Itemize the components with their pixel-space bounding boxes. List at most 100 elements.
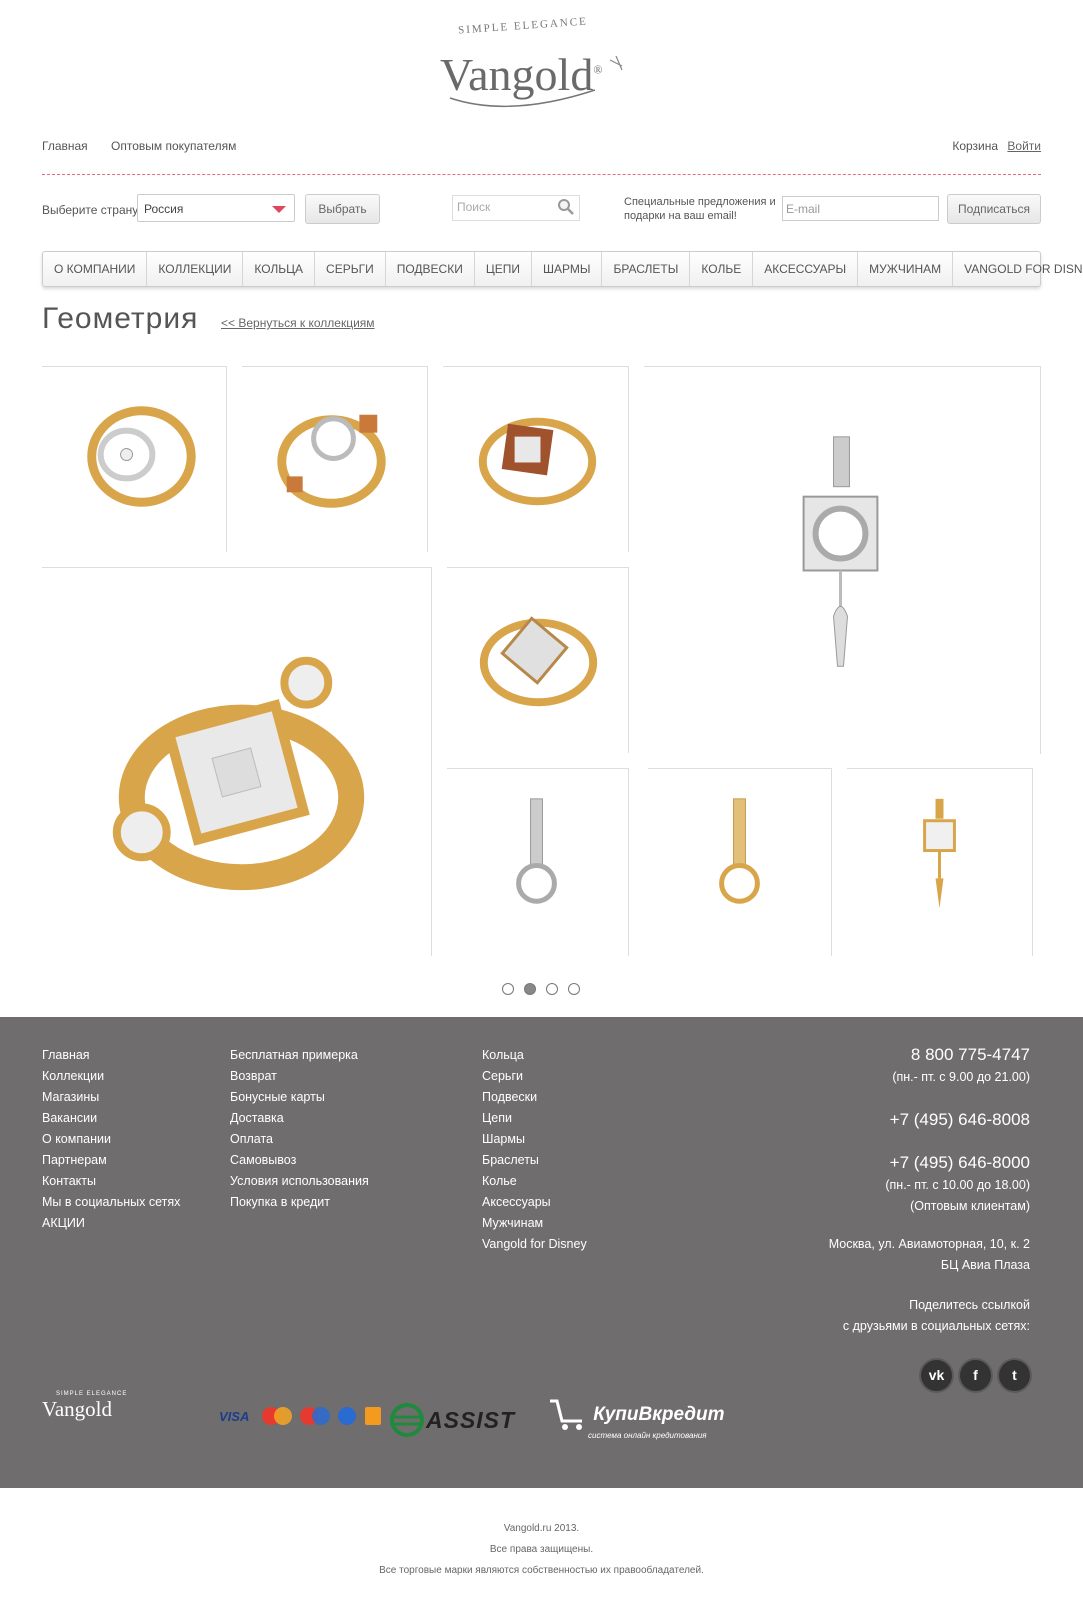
card-logos-icon <box>262 1407 382 1425</box>
chevron-down-icon <box>272 206 286 213</box>
footer-link[interactable]: Возврат <box>230 1066 369 1087</box>
cart-icon <box>550 1399 582 1430</box>
footer-link[interactable]: Мы в социальных сетях <box>42 1192 180 1213</box>
copyright-line-3: Все торговые марки являются собственност… <box>379 1565 704 1576</box>
footer-link[interactable]: Партнерам <box>42 1150 180 1171</box>
menu-item[interactable]: VANGOLD FOR DISNEY <box>953 252 1083 286</box>
product-ring-1[interactable] <box>42 366 227 552</box>
nav-home-link[interactable]: Главная <box>42 139 88 153</box>
menu-item[interactable]: КОЛЬЕ <box>690 252 754 286</box>
choose-country-button[interactable]: Выбрать <box>305 194 380 224</box>
address-line-1: Москва, ул. Авиамоторная, 10, к. 2 <box>828 1237 1030 1251</box>
pendant-icon <box>516 798 557 904</box>
footer-link[interactable]: АКЦИИ <box>42 1213 180 1234</box>
footer-link[interactable]: Оплата <box>230 1129 369 1150</box>
ring-icon <box>112 656 365 891</box>
product-ring-large[interactable] <box>42 567 432 956</box>
product-ring-3[interactable] <box>443 366 629 552</box>
footer-link[interactable]: Коллекции <box>42 1066 180 1087</box>
menu-item[interactable]: АКСЕССУАРЫ <box>753 252 859 286</box>
footer-link[interactable]: О компании <box>42 1129 180 1150</box>
vk-icon[interactable]: vk <box>921 1360 952 1391</box>
search-input[interactable]: Поиск <box>452 195 580 221</box>
product-ring-4[interactable] <box>447 567 629 753</box>
footer-link[interactable]: Бесплатная примерка <box>230 1045 369 1066</box>
product-pendant-3[interactable] <box>648 768 832 956</box>
menu-item[interactable]: МУЖЧИНАМ <box>858 252 954 286</box>
assist-text: ASSIST <box>426 1406 516 1433</box>
kupivkredit-logo: КупиВкредит система онлайн кредитования <box>548 1397 725 1440</box>
footer-link[interactable]: Магазины <box>42 1087 180 1108</box>
assist-logo: ASSIST <box>388 1403 515 1437</box>
menu-item[interactable]: СЕРЬГИ <box>315 252 386 286</box>
footer-link[interactable]: Вакансии <box>42 1108 180 1129</box>
pagination-dot[interactable] <box>524 983 536 995</box>
subscribe-button[interactable]: Подписаться <box>947 194 1041 224</box>
footer-contacts: 8 800 775-4747 (пн.- пт. с 9.00 до 21.00… <box>829 1043 1030 1337</box>
footer-link[interactable]: Доставка <box>230 1108 369 1129</box>
nav-wholesale-link[interactable]: Оптовым покупателям <box>111 139 236 153</box>
footer-link[interactable]: Мужчинам <box>482 1213 587 1234</box>
footer-link[interactable]: Бонусные карты <box>230 1087 369 1108</box>
payment-logos: VISA <box>219 1405 386 1427</box>
menu-item[interactable]: ЦЕПИ <box>475 252 532 286</box>
facebook-icon[interactable]: f <box>960 1360 991 1391</box>
footer-link[interactable]: Шармы <box>482 1129 587 1150</box>
country-select[interactable]: Россия <box>137 194 295 222</box>
footer-logo[interactable]: SIMPLE ELEGANCE Vangold <box>42 1391 127 1422</box>
cart-link[interactable]: Корзина <box>952 139 998 153</box>
menu-item[interactable]: ПОДВЕСКИ <box>386 252 475 286</box>
ring-icon <box>479 616 598 707</box>
login-link[interactable]: Войти <box>1007 139 1041 153</box>
pagination-dot[interactable] <box>502 983 514 995</box>
phone-1[interactable]: 8 800 775-4747 <box>829 1043 1030 1067</box>
footer: Главная Коллекции Магазины Вакансии О компан… <box>0 1017 1083 1488</box>
footer-link[interactable]: Кольца <box>482 1045 587 1066</box>
brand-logo[interactable]: SIMPLE ELEGANCE Vangold® <box>430 15 640 115</box>
pendant-icon <box>802 436 879 667</box>
menu-item[interactable]: ШАРМЫ <box>532 252 603 286</box>
product-pendant-2[interactable] <box>447 768 629 956</box>
footer-link[interactable]: Серьги <box>482 1066 587 1087</box>
footer-link[interactable]: Самовывоз <box>230 1150 369 1171</box>
footer-link[interactable]: Vangold for Disney <box>482 1234 587 1255</box>
footer-logo-name: Vangold <box>42 1397 112 1421</box>
footer-link[interactable]: Главная <box>42 1045 180 1066</box>
footer-col-service: Бесплатная примерка Возврат Бонусные карты… <box>230 1045 369 1213</box>
footer-link[interactable]: Цепи <box>482 1108 587 1129</box>
search-icon[interactable] <box>557 198 575 216</box>
pagination <box>502 983 580 995</box>
footer-link[interactable]: Аксессуары <box>482 1192 587 1213</box>
footer-link[interactable]: Подвески <box>482 1087 587 1108</box>
footer-link[interactable]: Покупка в кредит <box>230 1192 369 1213</box>
page: SIMPLE ELEGANCE Vangold® Главная Оптовым… <box>0 0 1083 1603</box>
product-pendant-large[interactable] <box>644 366 1041 754</box>
product-ring-2[interactable] <box>242 366 428 552</box>
footer-link[interactable]: Условия использования <box>230 1171 369 1192</box>
phone-3[interactable]: +7 (495) 646-8000 <box>829 1151 1030 1175</box>
menu-item[interactable]: КОЛЬЦА <box>243 252 316 286</box>
back-to-collections-link[interactable]: << Вернуться к коллекциям <box>221 316 375 330</box>
filter-bar: Выберите страну Россия Выбрать Поиск Спе… <box>42 192 1041 226</box>
hours-1: (пн.- пт. с 9.00 до 21.00) <box>892 1070 1030 1084</box>
promo-text: Специальные предложения и подарки на ваш… <box>624 196 776 222</box>
footer-link[interactable]: Колье <box>482 1171 587 1192</box>
phone-2[interactable]: +7 (495) 646-8008 <box>829 1108 1030 1132</box>
twitter-icon[interactable]: t <box>999 1360 1030 1391</box>
footer-link[interactable]: Контакты <box>42 1171 180 1192</box>
pagination-dot[interactable] <box>546 983 558 995</box>
address-line-2: БЦ Авиа Плаза <box>940 1258 1030 1272</box>
menu-item[interactable]: БРАСЛЕТЫ <box>602 252 691 286</box>
main-menu: О КОМПАНИИ КОЛЛЕКЦИИ КОЛЬЦА СЕРЬГИ ПОДВЕСКИ Ц… <box>42 251 1083 287</box>
menu-item[interactable]: КОЛЛЕКЦИИ <box>147 252 244 286</box>
menu-item[interactable]: О КОМПАНИИ <box>43 252 148 286</box>
ring-icon <box>478 417 597 506</box>
search-placeholder: Поиск <box>457 200 491 214</box>
product-pendant-4[interactable] <box>847 768 1033 956</box>
pagination-dot[interactable] <box>568 983 580 995</box>
pendant-icon <box>719 798 760 904</box>
email-field[interactable]: E-mail <box>782 196 939 221</box>
copyright-line-1: Vangold.ru 2013. <box>503 1523 580 1534</box>
assist-icon <box>390 1403 424 1437</box>
footer-link[interactable]: Браслеты <box>482 1150 587 1171</box>
